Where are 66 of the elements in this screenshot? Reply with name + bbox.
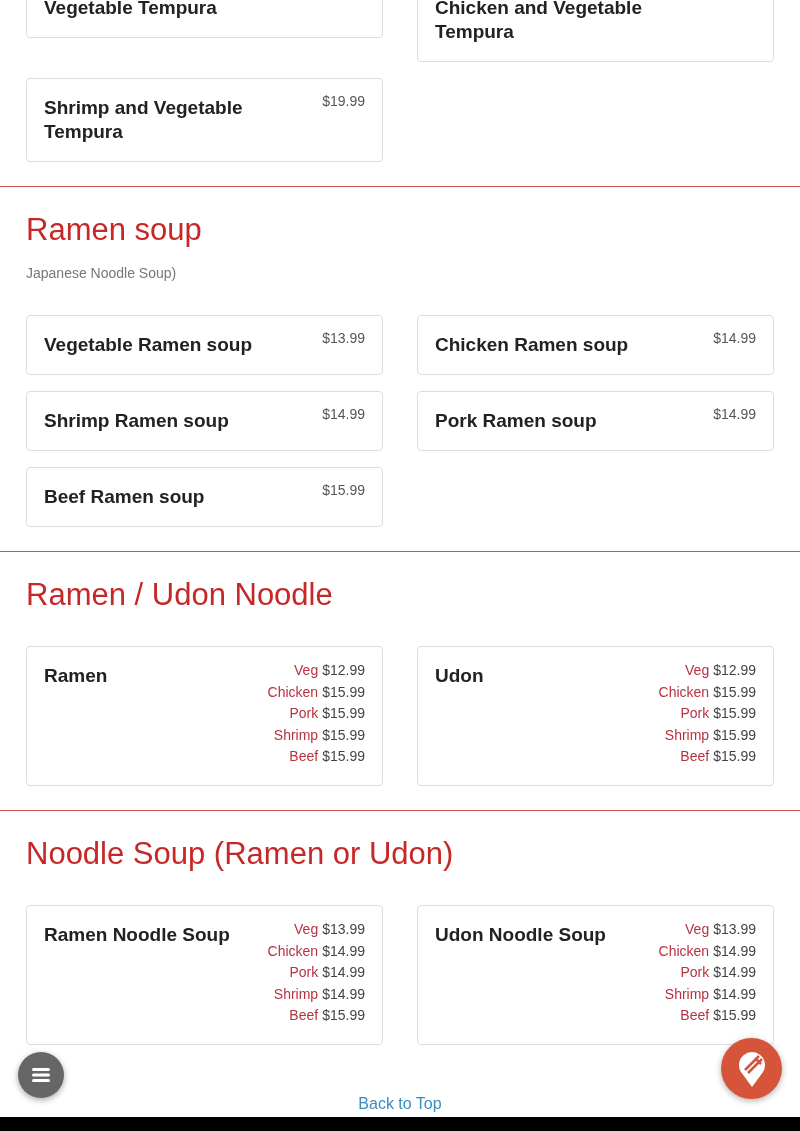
variant-label: Pork — [289, 963, 319, 983]
variant-price: $15.99 — [322, 1006, 365, 1026]
variant-label: Shrimp — [273, 725, 319, 745]
item-name: Vegetable Tempura — [44, 0, 217, 20]
item-name: Udon Noodle Soup — [435, 922, 606, 947]
variant-price: $15.99 — [322, 682, 365, 702]
menu-button[interactable] — [18, 1052, 64, 1098]
variant-price: $14.99 — [713, 984, 756, 1004]
restaurant-button[interactable] — [721, 1038, 782, 1099]
variant-price: $15.99 — [322, 725, 365, 745]
section-subtitle: Japanese Noodle Soup) — [26, 265, 178, 281]
variant-price: $14.99 — [322, 984, 365, 1004]
variant-label: Shrimp — [664, 725, 710, 745]
variant-price: $15.99 — [713, 747, 756, 767]
variant-price: $15.99 — [322, 747, 365, 767]
variant-label: Chicken — [658, 682, 710, 702]
variant-price: $13.99 — [322, 919, 365, 939]
variant-price: $15.99 — [322, 704, 365, 724]
variant-label: Pork — [680, 704, 710, 724]
item-price: $14.99 — [322, 406, 365, 422]
variant-label: Pork — [680, 963, 710, 983]
variant-price: $13.99 — [713, 919, 756, 939]
item-price: $14.99 — [713, 330, 756, 346]
item-name: Pork Ramen soup — [435, 409, 597, 433]
item-name: Chicken and Vegetable Tempura — [435, 0, 643, 44]
section-title: Ramen soup — [26, 211, 203, 249]
variant-price: $14.99 — [713, 941, 756, 961]
variant-price: $14.99 — [713, 963, 756, 983]
variant-label: Chicken — [267, 682, 319, 702]
item-name: Shrimp Ramen soup — [44, 409, 229, 433]
variant-label: Shrimp — [273, 984, 319, 1004]
item-price: $15.99 — [322, 482, 365, 498]
item-price: $13.99 — [322, 330, 365, 346]
variant-price: $12.99 — [322, 661, 365, 680]
item-price: $14.99 — [713, 406, 756, 422]
section-title: Noodle Soup (Ramen or Udon) — [26, 834, 455, 873]
item-name: Vegetable Ramen soup — [44, 333, 252, 357]
variant-label: Pork — [289, 704, 319, 724]
variant-label: Veg — [294, 919, 319, 939]
variant-price: $15.99 — [713, 704, 756, 724]
variant-price: $15.99 — [713, 725, 756, 745]
item-name: Ramen Noodle Soup — [44, 922, 230, 947]
variant-label: Veg — [685, 919, 710, 939]
variant-label: Chicken — [658, 941, 710, 961]
variant-label: Chicken — [267, 941, 319, 961]
variant-label: Veg — [294, 661, 319, 680]
item-name: Chicken Ramen soup — [435, 333, 629, 357]
item-price: $19.99 — [322, 93, 365, 109]
variant-price: $14.99 — [322, 963, 365, 983]
variant-label: Beef — [680, 747, 710, 767]
variant-label: Veg — [685, 661, 710, 680]
back-to-top-link[interactable]: Back to Top — [358, 1095, 442, 1113]
variant-price: $12.99 — [713, 661, 756, 680]
variant-label: Beef — [289, 1006, 319, 1026]
item-name: Beef Ramen soup — [44, 485, 205, 509]
menu-icon — [32, 1067, 50, 1083]
variant-price: $15.99 — [713, 1006, 756, 1026]
item-name: Ramen — [44, 664, 108, 688]
section-title: Ramen / Udon Noodle — [26, 576, 334, 614]
variant-price: $15.99 — [713, 682, 756, 702]
variant-price: $14.99 — [322, 941, 365, 961]
variant-label: Beef — [680, 1006, 710, 1026]
item-name: Udon — [435, 664, 484, 688]
variant-label: Shrimp — [664, 984, 710, 1004]
item-name: Shrimp and Vegetable Tempura — [44, 96, 244, 144]
variant-label: Beef — [289, 747, 319, 767]
